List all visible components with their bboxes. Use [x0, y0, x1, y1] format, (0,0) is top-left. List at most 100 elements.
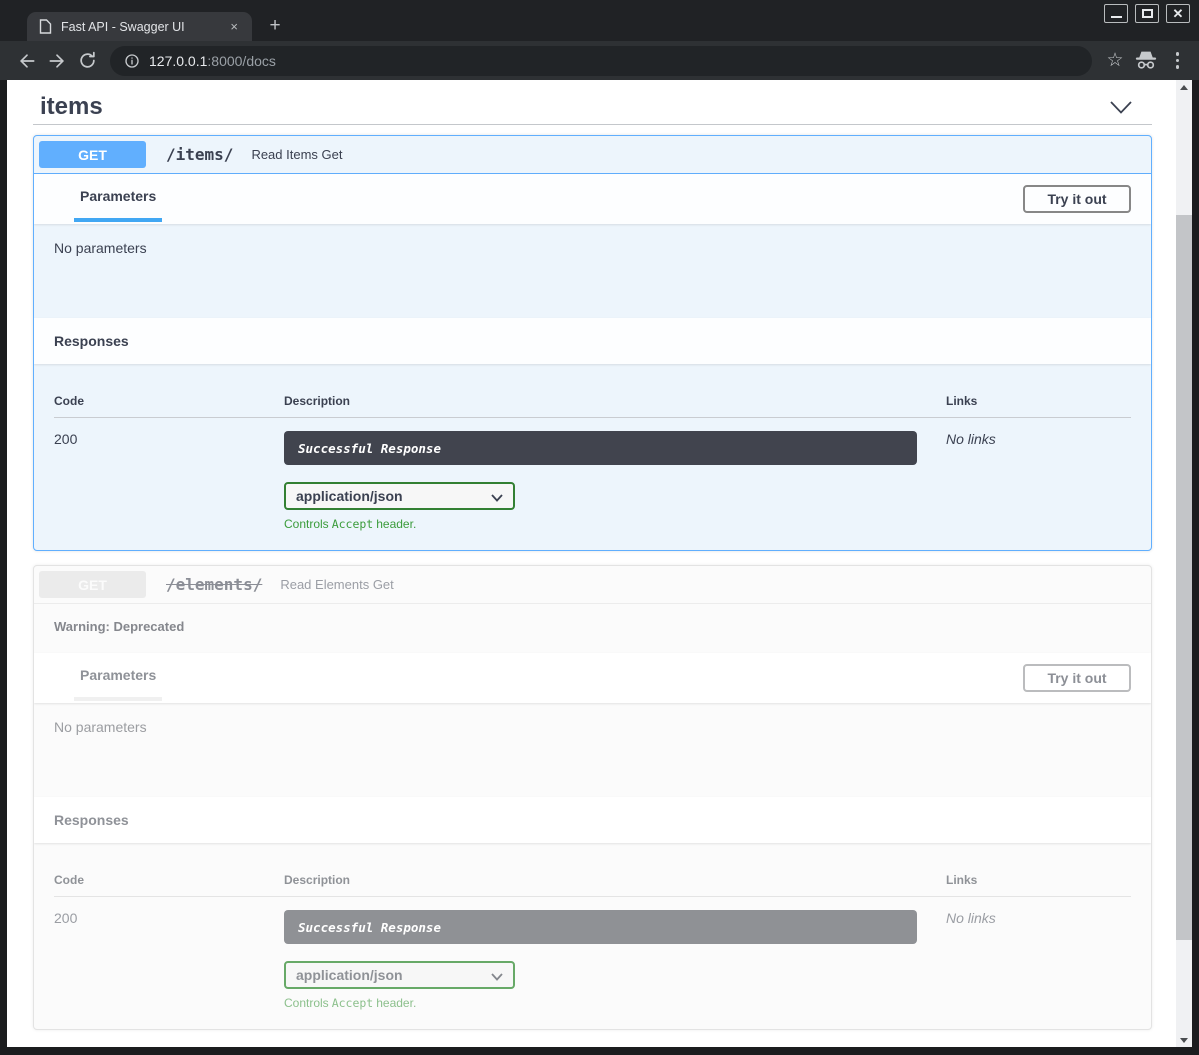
responses-title: Responses [54, 333, 129, 349]
parameters-body: No parameters [34, 703, 1151, 797]
responses-table-header: Code Description Links [54, 394, 1131, 418]
swagger-page: items GET /items/ Read Items Get Paramet… [7, 80, 1176, 1047]
parameters-body: No parameters [34, 224, 1151, 318]
toolbar-actions: ☆ [1106, 48, 1187, 73]
close-button[interactable]: ✕ [1166, 4, 1190, 23]
page-scrollbar[interactable] [1176, 80, 1192, 1047]
tag-divider [33, 124, 1152, 125]
url-host: 127.0.0.1 [149, 53, 207, 69]
opblock-get-items: GET /items/ Read Items Get Parameters Tr… [33, 135, 1152, 551]
parameters-header: Parameters Try it out [34, 653, 1151, 703]
scrollbar-thumb[interactable] [1176, 215, 1192, 940]
triangle-down-icon [1180, 1038, 1188, 1043]
method-badge: GET [39, 141, 146, 168]
description-column-header: Description [284, 394, 946, 408]
tab-parameters[interactable]: Parameters [74, 653, 162, 701]
no-parameters-text: No parameters [54, 240, 147, 256]
method-badge: GET [39, 571, 146, 598]
opblock-summary[interactable]: GET /elements/ Read Elements Get [34, 566, 1151, 604]
responses-title: Responses [54, 812, 129, 828]
operation-path[interactable]: /elements/ [166, 575, 262, 594]
response-description-text: Successful Response [298, 441, 441, 456]
parameters-header: Parameters Try it out [34, 174, 1151, 224]
parameters-title: Parameters [80, 188, 156, 204]
url-path: :8000/docs [207, 53, 276, 69]
url-text: 127.0.0.1:8000/docs [149, 53, 276, 69]
response-description-cell: Successful Response application/json Con… [284, 910, 946, 1010]
responses-table-header: Code Description Links [54, 873, 1131, 897]
media-type-control: application/json ControlsAcceptheader. [284, 961, 946, 1010]
no-links-text: No links [946, 431, 1131, 531]
opblock-get-elements-deprecated: GET /elements/ Read Elements Get Warning… [33, 565, 1152, 1030]
operation-summary: Read Elements Get [280, 577, 393, 592]
tag-section-header[interactable]: items [33, 90, 1152, 124]
window-controls: ✕ [1104, 4, 1190, 23]
maximize-button[interactable] [1135, 4, 1159, 23]
accept-code: Accept [332, 517, 374, 531]
response-status-code: 200 [54, 910, 284, 1010]
new-tab-button[interactable]: + [264, 15, 286, 37]
operation-summary: Read Items Get [251, 147, 342, 162]
incognito-icon[interactable] [1134, 50, 1158, 71]
parameters-title: Parameters [80, 667, 156, 683]
links-column-header: Links [946, 873, 1131, 887]
accept-header-hint: ControlsAcceptheader. [284, 996, 946, 1010]
address-bar[interactable]: 127.0.0.1:8000/docs [110, 46, 1092, 76]
select-chevron-down-icon [491, 494, 503, 502]
back-button[interactable] [12, 46, 42, 76]
scroll-up-arrow[interactable] [1176, 80, 1192, 94]
response-status-code: 200 [54, 431, 284, 531]
select-chevron-down-icon [491, 973, 503, 981]
responses-body: Code Description Links 200 Successful Re… [34, 843, 1151, 1029]
browser-menu-icon[interactable] [1168, 48, 1188, 73]
minimize-button[interactable] [1104, 4, 1128, 23]
response-description-box: Successful Response [284, 910, 917, 944]
close-icon: ✕ [1173, 7, 1184, 20]
bookmark-star-icon[interactable]: ☆ [1106, 51, 1123, 70]
operation-path[interactable]: /items/ [166, 145, 233, 164]
media-type-select[interactable]: application/json [284, 482, 515, 510]
tab-strip: Fast API - Swagger UI × + ✕ [0, 0, 1199, 41]
responses-body: Code Description Links 200 Successful Re… [34, 364, 1151, 550]
forward-button[interactable] [42, 46, 72, 76]
tag-title: items [40, 93, 103, 121]
code-column-header: Code [54, 394, 284, 408]
media-type-control: application/json ControlsAcceptheader. [284, 482, 946, 531]
chevron-down-icon[interactable] [1110, 101, 1132, 114]
maximize-icon [1142, 9, 1153, 18]
back-icon [17, 51, 37, 71]
scroll-down-arrow[interactable] [1176, 1033, 1192, 1047]
response-row-200: 200 Successful Response application/json [54, 418, 1131, 531]
info-icon [124, 53, 140, 69]
media-type-select[interactable]: application/json [284, 961, 515, 989]
accept-code: Accept [332, 996, 374, 1010]
opblock-summary[interactable]: GET /items/ Read Items Get [34, 136, 1151, 174]
minimize-icon [1111, 16, 1122, 18]
tab-parameters[interactable]: Parameters [74, 174, 162, 222]
response-description-box: Successful Response [284, 431, 917, 465]
page-viewport: items GET /items/ Read Items Get Paramet… [7, 80, 1192, 1047]
try-it-out-button[interactable]: Try it out [1023, 664, 1131, 692]
media-type-value: application/json [296, 967, 403, 983]
no-parameters-text: No parameters [54, 719, 147, 735]
description-column-header: Description [284, 873, 946, 887]
accept-header-hint: ControlsAcceptheader. [284, 517, 946, 531]
reload-icon [78, 51, 97, 70]
forward-icon [47, 51, 67, 71]
responses-header: Responses [34, 318, 1151, 364]
deprecated-warning: Warning: Deprecated [34, 604, 1151, 653]
reload-button[interactable] [72, 46, 102, 76]
media-type-value: application/json [296, 488, 403, 504]
responses-header: Responses [34, 797, 1151, 843]
browser-toolbar: 127.0.0.1:8000/docs ☆ [0, 41, 1199, 80]
document-icon [39, 19, 52, 34]
try-it-out-button[interactable]: Try it out [1023, 185, 1131, 213]
no-links-text: No links [946, 910, 1131, 1010]
triangle-up-icon [1180, 85, 1188, 90]
response-description-cell: Successful Response application/json Con… [284, 431, 946, 531]
response-row-200: 200 Successful Response application/json [54, 897, 1131, 1010]
code-column-header: Code [54, 873, 284, 887]
response-description-text: Successful Response [298, 920, 441, 935]
browser-tab[interactable]: Fast API - Swagger UI × [27, 12, 252, 41]
tab-close-icon[interactable]: × [226, 17, 242, 36]
